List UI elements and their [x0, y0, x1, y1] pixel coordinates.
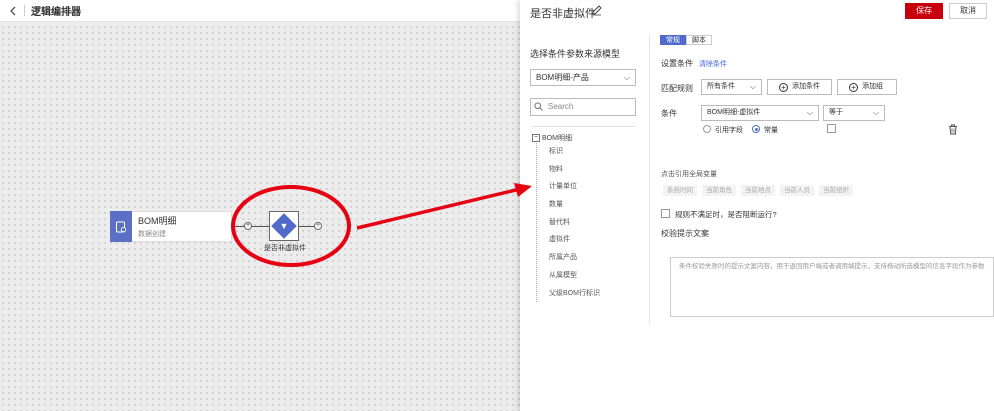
condition-node-label: 是否非虚拟件	[264, 245, 306, 252]
radio-constant-label: 常量	[764, 127, 778, 134]
hint-title: 校验提示文案	[661, 229, 709, 238]
save-button[interactable]: 保存	[905, 3, 943, 19]
operator-value: 等于	[829, 109, 843, 116]
database-icon	[110, 211, 132, 242]
tree-item[interactable]: 替代料	[549, 214, 600, 232]
match-rule-value: 所有条件	[707, 83, 735, 90]
bom-node-name: BOM明细	[138, 216, 177, 226]
cancel-button[interactable]: 取消	[949, 3, 987, 19]
bom-node[interactable]: BOM明细 数据创建	[110, 211, 232, 242]
column-divider	[649, 34, 650, 324]
tree-item[interactable]: 物料	[549, 161, 600, 179]
clear-condition-link[interactable]: 清除条件	[699, 59, 727, 69]
tab-script[interactable]: 脚本	[686, 35, 712, 45]
global-var-chip[interactable]: 当前组织	[819, 185, 853, 196]
tree-item[interactable]: 所属产品	[549, 249, 600, 267]
connector-line	[299, 226, 315, 227]
radio-ref-field-label: 引用字段	[715, 127, 743, 134]
radio-ref-field[interactable]	[703, 125, 711, 133]
tab-general[interactable]: 常规	[660, 35, 686, 45]
source-model-select[interactable]: BOM明细-产品 ⌵	[530, 69, 636, 86]
divider	[530, 126, 636, 127]
condition-label: 条件	[661, 109, 677, 118]
panel-title: 是否非虚拟件	[530, 8, 596, 20]
back-arrow-icon[interactable]	[5, 3, 21, 19]
global-var-chip[interactable]: 当前角色	[702, 185, 736, 196]
block-run-label: 规则不满足时，是否阻断运行?	[675, 210, 777, 219]
tree-item[interactable]: 数量	[549, 196, 600, 214]
topbar-divider	[24, 5, 25, 16]
add-group-label: 添加组	[862, 83, 883, 90]
operator-select[interactable]: 等于 ⌵	[823, 105, 885, 121]
set-condition-label: 设置条件	[661, 59, 693, 68]
chevron-down-icon: ⌵	[749, 82, 756, 91]
filter-icon: ▼	[271, 213, 297, 239]
tree-item[interactable]: 从属模型	[549, 267, 600, 285]
property-panel: 是否非虚拟件 保存 取消 选择条件参数来源模型 BOM明细-产品 ⌵ Searc…	[520, 0, 994, 411]
plus-icon: +	[779, 82, 788, 92]
page-title: 逻辑编排器	[31, 7, 81, 18]
tree-item[interactable]: 计量单位	[549, 178, 600, 196]
condition-node[interactable]: ▼	[269, 211, 299, 241]
add-condition-label: 添加条件	[792, 83, 820, 90]
block-run-checkbox[interactable]	[661, 209, 670, 218]
condition-field-value: BOM明细-虚拟件	[707, 109, 761, 116]
radio-constant[interactable]	[752, 125, 760, 133]
global-var-chip[interactable]: 当前地点	[741, 185, 775, 196]
tree-root-label: BOM明细	[542, 135, 572, 142]
editor-topbar: 逻辑编排器	[0, 0, 520, 22]
flow-canvas[interactable]: 逻辑编排器 BOM明细 数据创建 + + ▼ 是否非虚拟件	[0, 0, 520, 411]
condition-field-select[interactable]: BOM明细-虚拟件 ⌵	[701, 105, 819, 121]
match-rule-label: 匹配规则	[661, 84, 693, 93]
collapse-icon[interactable]: −	[532, 134, 540, 142]
search-input[interactable]: Search	[530, 98, 636, 116]
edit-pencil-icon[interactable]	[591, 4, 603, 16]
chevron-down-icon: ⌵	[872, 108, 879, 117]
hint-textarea[interactable]: 条件校验失败时的提示文案内容，用于返回用户端或者调用端提示，支持拖动所选模型的信…	[670, 257, 994, 317]
panel-header: 是否非虚拟件 保存 取消	[520, 0, 994, 22]
tree-root[interactable]: − BOM明细	[532, 133, 600, 143]
chevron-down-icon: ⌵	[623, 73, 630, 82]
tree-item[interactable]: 虚拟件	[549, 231, 600, 249]
plus-icon: +	[849, 82, 858, 92]
tree-item[interactable]: 父级BOM行标识	[549, 285, 600, 303]
global-vars-label: 点击引用全局变量	[661, 171, 717, 178]
search-icon	[534, 102, 543, 113]
tree-item[interactable]: 标识	[549, 143, 600, 161]
add-node-icon[interactable]: +	[314, 222, 322, 230]
global-var-chip[interactable]: 系统时间	[663, 185, 697, 196]
match-rule-select[interactable]: 所有条件 ⌵	[701, 79, 762, 95]
mode-tabs: 常规 脚本	[660, 35, 712, 45]
add-condition-button[interactable]: + 添加条件	[767, 79, 832, 95]
global-var-chip[interactable]: 当前人员	[780, 185, 814, 196]
trash-icon[interactable]	[948, 124, 958, 137]
field-tree: − BOM明细 标识 物料 计量单位 数量 替代料 虚拟件 所属产品 从属模型 …	[532, 133, 600, 303]
add-group-button[interactable]: + 添加组	[837, 79, 897, 95]
chevron-down-icon: ⌵	[806, 108, 813, 117]
source-model-value: BOM明细-产品	[536, 73, 589, 82]
source-model-label: 选择条件参数来源模型	[530, 49, 621, 59]
constant-value-checkbox[interactable]	[827, 124, 836, 133]
bom-node-subtitle: 数据创建	[138, 231, 166, 238]
add-node-icon[interactable]: +	[244, 222, 252, 230]
